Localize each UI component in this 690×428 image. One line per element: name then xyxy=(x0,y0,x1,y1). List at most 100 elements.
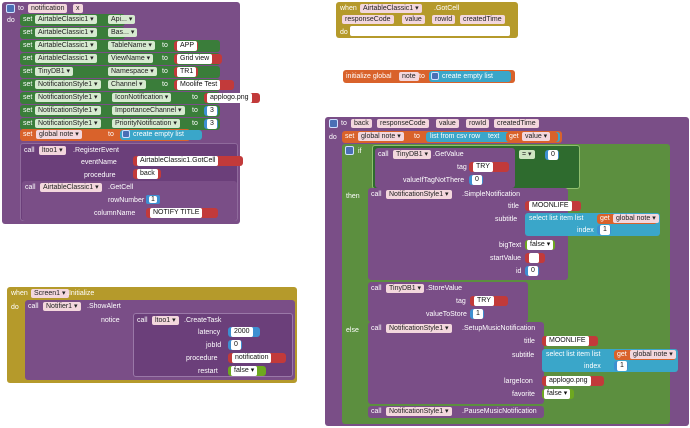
global-note-dropdown[interactable]: global note xyxy=(36,130,82,139)
tag-text-block[interactable]: TRY xyxy=(469,162,509,172)
get-global-note-block[interactable]: get global note xyxy=(614,350,676,360)
notifier-dropdown[interactable]: Notifier1 xyxy=(43,302,81,311)
set-global-note-block[interactable]: set global note to list from csv row tex… xyxy=(342,131,562,143)
index-value[interactable]: 1 xyxy=(617,361,627,371)
procedure-text-block[interactable]: back xyxy=(133,169,161,179)
text-value-block[interactable]: APP xyxy=(174,41,198,51)
procedure-name-field[interactable]: back xyxy=(351,119,372,128)
valueToStore-value[interactable]: 1 xyxy=(473,309,483,319)
get-global-note-dropdown[interactable]: global note xyxy=(613,214,659,223)
set-property-block[interactable]: setAirtableClassic1 Bas... xyxy=(20,27,138,39)
component-dropdown[interactable]: AirtableClassic1 xyxy=(35,28,97,37)
jobId-number-block[interactable]: 0 xyxy=(228,340,242,350)
rowNumber-number[interactable]: 1 xyxy=(146,195,160,204)
restart-value[interactable]: false xyxy=(231,366,258,376)
component-dropdown[interactable]: NotificationStyle1 xyxy=(35,93,101,102)
property-dropdown[interactable]: Api... xyxy=(108,15,136,24)
select-list-item-block[interactable]: select list item list get global note in… xyxy=(542,349,678,372)
index-number[interactable]: 1 xyxy=(614,361,628,371)
property-dropdown[interactable]: Channel xyxy=(108,80,146,89)
text-value-block[interactable]: Moolife Test xyxy=(174,80,234,90)
airtable-dropdown[interactable]: AirtableClassic1 xyxy=(40,183,102,192)
when-gotcell-event-block[interactable]: when AirtableClassic1 .GotCell responseC… xyxy=(336,2,518,38)
value-literal[interactable]: Moolife Test xyxy=(177,80,221,90)
favorite-boolean[interactable]: false xyxy=(542,389,574,399)
tinydb-storevalue-block[interactable]: call TinyDB1 .StoreValue tag TRY valueTo… xyxy=(368,282,528,322)
set-property-block[interactable]: setAirtableClassic1 Api... xyxy=(20,14,136,26)
title-text-block[interactable]: MOONLIFE xyxy=(525,201,581,211)
get-global-note-block[interactable]: get global note xyxy=(597,214,659,224)
mutator-gear-icon[interactable] xyxy=(329,119,338,128)
param-value[interactable]: value xyxy=(436,119,459,128)
number-value-block[interactable]: 3 xyxy=(204,106,218,116)
property-dropdown[interactable]: ViewName xyxy=(108,54,154,63)
text-value-block[interactable]: TR1 xyxy=(174,67,198,77)
param-value[interactable]: value xyxy=(402,15,425,24)
param-responseCode[interactable]: responseCode xyxy=(342,15,394,24)
largeIcon-text-block[interactable]: applogo.png xyxy=(542,376,604,386)
list-from-csv-row-block[interactable]: list from csv row text get value xyxy=(426,132,560,142)
set-property-block[interactable]: setNotificationStyle1 IconNotification to a… xyxy=(20,92,260,104)
global-note-dropdown[interactable]: global note xyxy=(358,132,404,141)
set-global-note-block[interactable]: set global note to create empty list xyxy=(20,129,202,141)
param-createdTime[interactable]: createdTime xyxy=(494,119,539,128)
procedure-text-block[interactable]: notification xyxy=(228,353,286,363)
notificationstyle-dropdown[interactable]: NotificationStyle1 xyxy=(386,190,452,199)
gotcell-component-dropdown[interactable]: AirtableClassic1 xyxy=(360,4,422,13)
setup-music-notification-call-block[interactable]: call NotificationStyle1 .SetupMusicNotif… xyxy=(368,322,678,404)
set-property-block[interactable]: setNotificationStyle1 ImportanceChannel to… xyxy=(20,105,220,117)
component-dropdown[interactable]: NotificationStyle1 xyxy=(35,106,101,115)
createtask-call-block[interactable]: call ltoo1 .CreateTask latency 2000 jobI… xyxy=(133,313,293,377)
equals-operator-dropdown[interactable]: = xyxy=(519,150,535,159)
latency-value[interactable]: 2000 xyxy=(231,327,253,337)
property-dropdown[interactable]: TableName xyxy=(108,41,155,50)
eventName-text-block[interactable]: AirtableClassic1.GotCell xyxy=(133,156,243,166)
component-dropdown[interactable]: AirtableClassic1 xyxy=(35,41,97,50)
favorite-value[interactable]: false xyxy=(544,389,571,399)
param-rowId[interactable]: rowId xyxy=(466,119,490,128)
property-dropdown[interactable]: PriorityNotification xyxy=(112,119,180,128)
tag-text[interactable]: TRY xyxy=(474,296,494,306)
empty-do-slot[interactable] xyxy=(350,26,510,36)
notificationstyle-dropdown[interactable]: NotificationStyle1 xyxy=(386,407,452,416)
pause-music-notification-call-block[interactable]: call NotificationStyle1 .PauseMusicNotif… xyxy=(368,406,544,418)
param-createdTime[interactable]: createdTime xyxy=(460,15,505,24)
bigText-value[interactable]: false xyxy=(527,240,554,250)
list-gear-icon[interactable] xyxy=(431,72,439,80)
eventName-text[interactable]: AirtableClassic1.GotCell xyxy=(137,156,219,166)
bigText-boolean[interactable]: false xyxy=(525,240,555,250)
value-literal[interactable]: 3 xyxy=(207,119,217,129)
property-dropdown[interactable]: ImportanceChannel xyxy=(112,106,185,115)
create-empty-list-block[interactable]: create empty list xyxy=(120,130,202,140)
tinydb-dropdown[interactable]: TinyDB1 xyxy=(393,150,432,159)
startValue-text-block[interactable] xyxy=(525,253,545,263)
compare-number-block[interactable]: 0 xyxy=(545,150,559,160)
title-text-block[interactable]: MOONLIFE xyxy=(542,336,598,346)
tag-text[interactable]: TRY xyxy=(473,162,493,172)
ltoo1-dropdown[interactable]: ltoo1 xyxy=(152,316,179,325)
value-literal[interactable]: APP xyxy=(177,41,198,51)
value-literal[interactable]: 3 xyxy=(207,106,217,116)
startValue-text[interactable] xyxy=(529,253,539,263)
rowNumber-value[interactable]: 1 xyxy=(149,196,157,203)
component-dropdown[interactable]: AirtableClassic1 xyxy=(35,15,97,24)
value-literal[interactable]: TR1 xyxy=(177,67,197,77)
latency-number-block[interactable]: 2000 xyxy=(228,327,260,337)
get-value-block[interactable]: get value xyxy=(506,132,558,142)
title-text[interactable]: MOONLIFE xyxy=(546,336,589,346)
tinydb-getvalue-block[interactable]: call TinyDB1 .GetValue tag TRY valueIfTa… xyxy=(375,148,515,188)
param-x[interactable]: x xyxy=(73,4,83,13)
equals-compare-block[interactable]: call TinyDB1 .GetValue tag TRY valueIfTa… xyxy=(372,145,580,189)
component-dropdown[interactable]: TinyDB1 xyxy=(35,67,74,76)
getcell-call-block[interactable]: call AirtableClassic1 .GetCell rowNumber… xyxy=(22,181,237,221)
text-value-block[interactable]: Grid view xyxy=(174,54,222,64)
get-value-dropdown[interactable]: value xyxy=(522,132,551,141)
mutator-gear-icon[interactable] xyxy=(6,4,15,13)
tinydb-dropdown[interactable]: TinyDB1 xyxy=(386,284,425,293)
tag-text-block[interactable]: TRY xyxy=(470,296,508,306)
ltoo1-dropdown[interactable]: ltoo1 xyxy=(39,146,66,155)
largeIcon-text[interactable]: applogo.png xyxy=(546,376,591,386)
set-property-block[interactable]: setAirtableClassic1 ViewName to Grid view xyxy=(20,53,222,65)
valueToStore-number[interactable]: 1 xyxy=(470,309,484,319)
if-else-block[interactable]: if call TinyDB1 .GetValue tag TRY valueI… xyxy=(342,144,678,424)
